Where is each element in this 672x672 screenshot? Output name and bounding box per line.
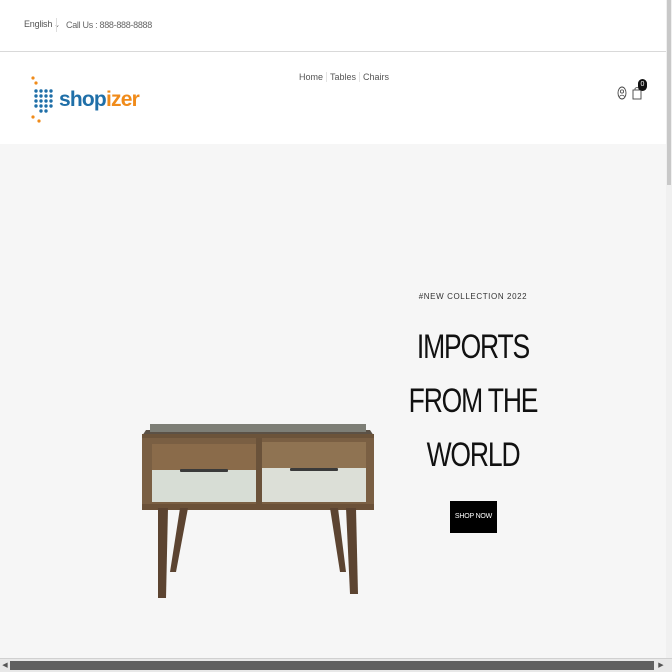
vertical-scrollbar-thumb[interactable] xyxy=(667,0,671,185)
hero-title-line-3: WORLD xyxy=(426,436,521,474)
language-selector[interactable]: English⌄ xyxy=(24,19,60,29)
hero-title: IMPORTS FROM THE WORLD xyxy=(104,320,672,482)
logo-shop-text: shop xyxy=(59,88,107,111)
user-circle-icon[interactable] xyxy=(617,86,627,100)
main-nav: Home Tables Chairs xyxy=(299,72,392,82)
main-header: shopizer Home Tables Chairs 0 xyxy=(0,53,666,144)
logo-izer-text: izer xyxy=(105,88,140,111)
hero-tagline: #NEW COLLECTION 2022 xyxy=(418,292,528,301)
cart-count-badge: 0 xyxy=(638,79,647,91)
language-label: English xyxy=(24,19,53,29)
hero-title-line-2: FROM THE xyxy=(408,382,539,420)
horizontal-scrollbar-thumb[interactable] xyxy=(10,661,654,670)
shopizer-logo[interactable]: shopizer xyxy=(30,73,140,125)
top-bar: English⌄ Call Us : 888-888-8888 xyxy=(0,0,666,52)
scroll-left-arrow-icon[interactable]: ◀ xyxy=(0,661,10,671)
shop-now-button[interactable]: SHOP NOW xyxy=(450,501,497,533)
scroll-right-arrow-icon[interactable]: ▶ xyxy=(656,661,666,671)
divider xyxy=(56,18,57,32)
hero-title-line-1: IMPORTS xyxy=(416,328,530,366)
nav-item-home[interactable]: Home xyxy=(299,72,328,82)
nav-item-tables[interactable]: Tables xyxy=(327,72,361,82)
phone-contact: Call Us : 888-888-8888 xyxy=(66,20,152,30)
nav-item-chairs[interactable]: Chairs xyxy=(360,72,392,82)
logo-wordmark: shopizer xyxy=(59,88,140,112)
dotted-logo-mark-icon xyxy=(31,76,53,123)
hero-banner: #NEW COLLECTION 2022 IMPORTS FROM THE WO… xyxy=(0,144,666,658)
